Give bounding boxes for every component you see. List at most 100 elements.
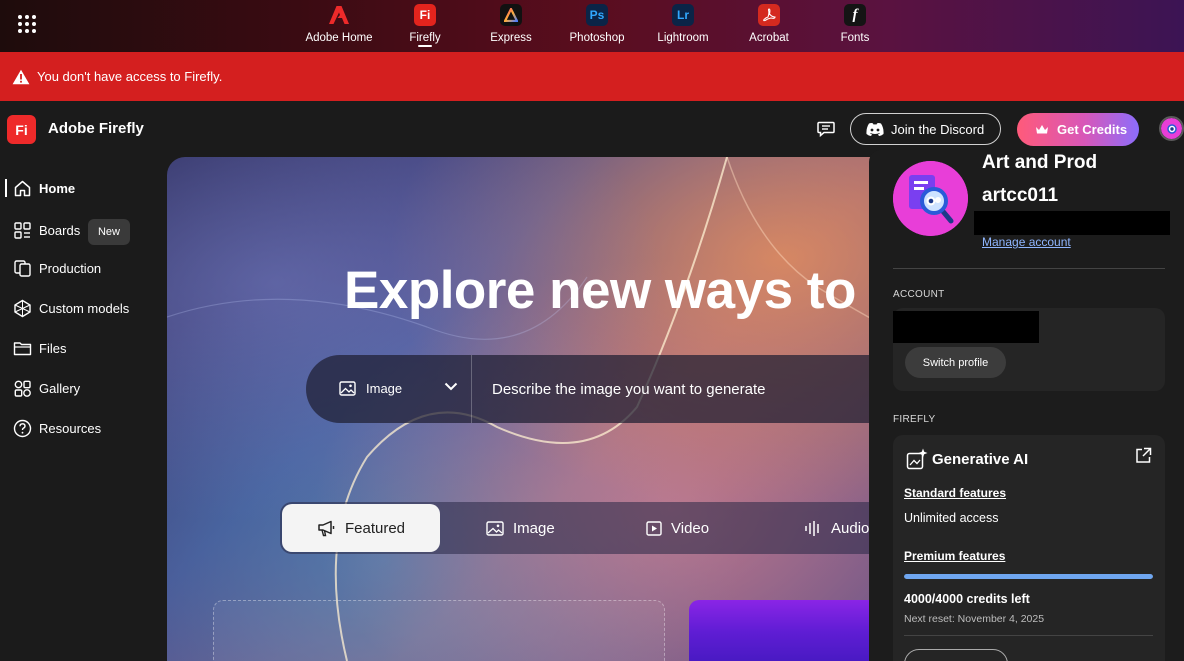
gallery-icon (14, 380, 31, 397)
user-avatar[interactable] (1159, 116, 1184, 141)
sidebar-item-files[interactable]: Files (0, 334, 160, 362)
app-switcher-item-photoshop[interactable]: Ps Photoshop (554, 0, 640, 52)
firefly-app-icon: Fi (414, 4, 436, 26)
generative-ai-card: Generative AI Standard features Unlimite… (893, 435, 1165, 661)
lightroom-app-icon: Lr (672, 4, 694, 26)
app-switcher-item-lightroom[interactable]: Lr Lightroom (640, 0, 726, 52)
crown-icon (1036, 125, 1048, 134)
app-switcher-item-fonts[interactable]: f Fonts (812, 0, 898, 52)
sidebar-item-label: Files (39, 340, 67, 356)
generative-ai-icon (906, 448, 928, 470)
discord-icon (866, 122, 884, 136)
app-switcher-item-adobe-home[interactable]: Adobe Home (296, 0, 382, 52)
image-icon (339, 381, 356, 396)
generative-ai-title: Generative AI (932, 451, 1029, 468)
tab-label: Audio (831, 519, 870, 537)
tab-video[interactable]: Video (646, 504, 709, 552)
generation-type-label: Image (366, 381, 403, 396)
account-card: Switch profile (893, 308, 1165, 391)
warning-icon (12, 69, 30, 84)
photoshop-app-icon: Ps (586, 4, 608, 26)
app-title[interactable]: Adobe Firefly (48, 120, 144, 137)
feedback-icon[interactable] (817, 121, 835, 137)
get-credits-button[interactable]: Get Credits (1017, 113, 1139, 146)
avatar-image (1161, 118, 1182, 139)
sidebar-item-label: Production (39, 260, 102, 276)
sidebar-item-resources[interactable]: Resources (0, 414, 160, 442)
app-label: Lightroom (657, 32, 709, 44)
video-icon (646, 520, 662, 536)
hero-headline: Explore new ways to c (344, 261, 887, 320)
sidebar-item-home[interactable]: Home (0, 174, 160, 202)
external-link-icon[interactable] (1135, 447, 1152, 464)
get-credits-label: Get Credits (1057, 122, 1128, 137)
redacted-account-name (893, 311, 1039, 343)
firefly-logo[interactable]: Fi (7, 115, 36, 144)
app-label: Acrobat (749, 32, 789, 44)
app-switcher-bar: Adobe Home Fi Firefly Express Ps Photoshop Lr L… (0, 0, 1184, 52)
manage-account-link[interactable]: Manage account (982, 235, 1071, 249)
divider (893, 268, 1165, 269)
divider (904, 635, 1153, 636)
hero-banner: Explore new ways to c Image Featured (167, 157, 887, 661)
sidebar-item-label: Resources (39, 420, 102, 436)
account-section-label: ACCOUNT (893, 289, 945, 300)
next-reset: Next reset: November 4, 2025 (904, 613, 1045, 625)
sidebar-item-label: Custom models (39, 300, 130, 316)
tab-audio[interactable]: Audio (804, 504, 869, 552)
app-switcher-item-firefly[interactable]: Fi Firefly (382, 0, 468, 52)
credits-progress-bar (904, 574, 1153, 579)
tab-label: Video (671, 519, 710, 537)
express-app-icon (500, 4, 522, 26)
featured-card[interactable] (689, 600, 887, 661)
access-alert-banner: You don't have access to Firefly. (0, 52, 1184, 101)
image-icon (486, 520, 504, 536)
chevron-down-icon (444, 382, 458, 391)
prompt-bar: Image (306, 355, 887, 423)
standard-features-link[interactable]: Standard features (904, 486, 1006, 500)
custom-models-icon (14, 299, 31, 317)
panel-bottom-button[interactable] (904, 649, 1008, 661)
help-icon (13, 419, 32, 437)
credits-left: 4000/4000 credits left (904, 592, 1030, 606)
tab-image[interactable]: Image (486, 504, 555, 552)
sidebar-item-gallery[interactable]: Gallery (0, 374, 160, 402)
app-switcher-item-acrobat[interactable]: Acrobat (726, 0, 812, 52)
credits-progress-fill (904, 574, 1153, 579)
sidebar-item-production[interactable]: Production (0, 254, 160, 282)
acrobat-app-icon (758, 4, 780, 26)
discord-label: Join the Discord (891, 121, 985, 137)
tab-featured[interactable]: Featured (282, 504, 440, 552)
redacted-email (974, 211, 1170, 235)
username: artcc011 (982, 185, 1059, 206)
profile-name: Art and Prod (982, 152, 1098, 173)
app-grid-icon[interactable] (18, 15, 36, 33)
content-tabs: Featured Image Video Audio (280, 502, 887, 554)
folder-icon (13, 341, 32, 355)
prompt-input[interactable] (492, 355, 887, 423)
app-switcher-item-express[interactable]: Express (468, 0, 554, 52)
new-badge: New (88, 219, 130, 245)
account-panel: Art and Prod artcc011 Manage account ACC… (869, 150, 1184, 661)
join-discord-button[interactable]: Join the Discord (850, 113, 1001, 145)
app-header: Fi Adobe Firefly Join the Discord Get Cr… (0, 101, 1184, 157)
fonts-app-icon: f (844, 4, 866, 26)
upload-drop-card[interactable] (213, 600, 665, 661)
tab-label: Image (513, 519, 555, 537)
production-icon (14, 259, 31, 277)
avatar-image (893, 161, 968, 236)
adobe-logo-icon (328, 4, 350, 26)
app-label: Adobe Home (305, 32, 373, 44)
generation-type-select[interactable]: Image (306, 355, 472, 423)
firefly-section-label: FIREFLY (893, 414, 936, 425)
audio-icon (805, 520, 819, 536)
sidebar-item-label: Gallery (39, 380, 81, 396)
premium-features-link[interactable]: Premium features (904, 549, 1005, 563)
sidebar-item-custom-models[interactable]: Custom models (0, 294, 160, 322)
boards-icon (14, 221, 31, 239)
alert-message: You don't have access to Firefly. (37, 69, 223, 84)
sidebar-item-boards[interactable]: Boards (0, 216, 160, 244)
tab-label: Featured (344, 519, 406, 537)
switch-profile-button[interactable]: Switch profile (905, 347, 1006, 378)
profile-avatar (893, 161, 968, 236)
